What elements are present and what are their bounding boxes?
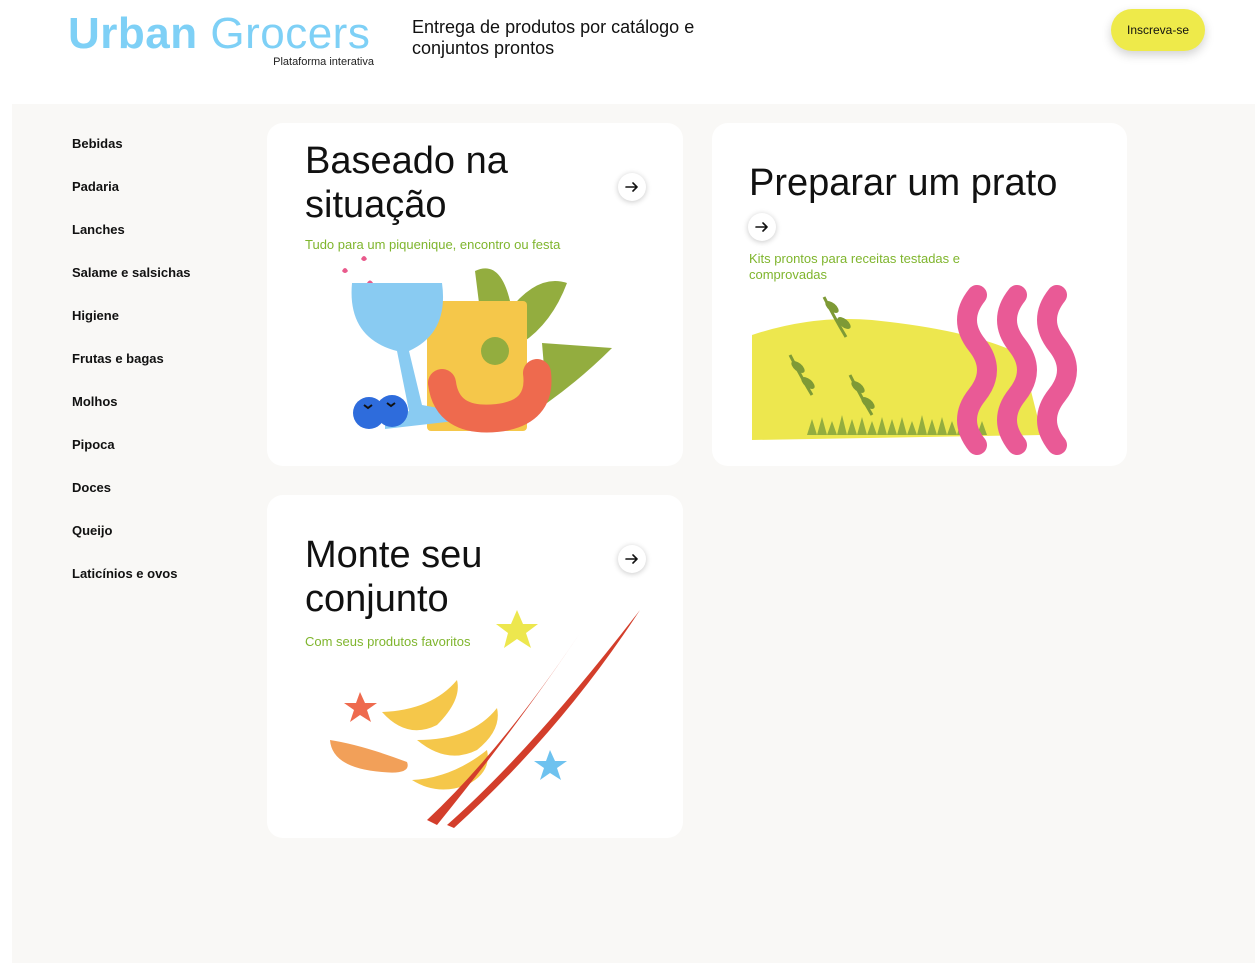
sidebar-item-lanches[interactable]: Lanches bbox=[72, 223, 252, 267]
card-arrow-button[interactable] bbox=[748, 213, 776, 241]
snacks-illustration bbox=[330, 610, 640, 828]
arrow-right-icon bbox=[625, 554, 638, 564]
sidebar-item-higiene[interactable]: Higiene bbox=[72, 309, 252, 353]
sidebar-item-salame-e-salsichas[interactable]: Salame e salsichas bbox=[72, 266, 252, 310]
card-title: Preparar um prato bbox=[749, 162, 1058, 204]
signup-button[interactable]: Inscreva-se bbox=[1111, 9, 1205, 51]
sidebar-item-queijo[interactable]: Queijo bbox=[72, 524, 252, 568]
card-title: Baseado na situação bbox=[305, 139, 508, 227]
card-subtitle: Tudo para um piquenique, encontro ou fes… bbox=[305, 237, 561, 252]
card-title-line: Baseado na bbox=[305, 140, 508, 182]
card-arrow-button[interactable] bbox=[618, 545, 646, 573]
card-subtitle-line: Kits prontos para receitas testadas e bbox=[749, 251, 961, 266]
card-title-line: Monte seu bbox=[305, 534, 483, 576]
sidebar-item-frutas-e-bagas[interactable]: Frutas e bagas bbox=[72, 352, 252, 396]
dish-illustration bbox=[752, 285, 1077, 455]
card-preparar-um-prato[interactable]: Preparar um prato Kits prontos para rece… bbox=[712, 123, 1127, 466]
picnic-illustration bbox=[342, 256, 612, 433]
sidebar-item-pipoca[interactable]: Pipoca bbox=[72, 438, 252, 482]
sidebar-item-padaria[interactable]: Padaria bbox=[72, 180, 252, 224]
main-content: Bebidas Padaria Lanches Salame e salsich… bbox=[12, 104, 1255, 963]
card-arrow-button[interactable] bbox=[618, 173, 646, 201]
card-subtitle-line: comprovadas bbox=[749, 267, 828, 282]
card-monte-seu-conjunto[interactable]: Monte seu conjunto Com seus produtos fav… bbox=[267, 495, 683, 838]
arrow-right-icon bbox=[755, 222, 768, 232]
card-subtitle: Kits prontos para receitas testadas e co… bbox=[749, 251, 960, 283]
logo-title-light: Grocers bbox=[210, 9, 371, 58]
sidebar-item-laticinios-e-ovos[interactable]: Laticínios e ovos bbox=[72, 567, 252, 611]
header-tagline: Entrega de produtos por catálogo e conju… bbox=[412, 17, 695, 58]
logo[interactable]: Urban Grocers Plataforma interativa bbox=[68, 8, 378, 72]
arrow-right-icon bbox=[625, 182, 638, 192]
category-sidebar: Bebidas Padaria Lanches Salame e salsich… bbox=[72, 137, 252, 611]
logo-title: Urban Grocers bbox=[68, 8, 370, 60]
logo-title-bold: Urban bbox=[68, 9, 198, 58]
card-title-line: situação bbox=[305, 184, 447, 226]
sidebar-item-doces[interactable]: Doces bbox=[72, 481, 252, 525]
card-baseado-na-situacao[interactable]: Baseado na situação Tudo para um piqueni… bbox=[267, 123, 683, 466]
sidebar-item-molhos[interactable]: Molhos bbox=[72, 395, 252, 439]
logo-subtitle: Plataforma interativa bbox=[273, 56, 374, 68]
header: Urban Grocers Plataforma interativa Entr… bbox=[0, 0, 1255, 104]
sidebar-item-bebidas[interactable]: Bebidas bbox=[72, 137, 252, 181]
